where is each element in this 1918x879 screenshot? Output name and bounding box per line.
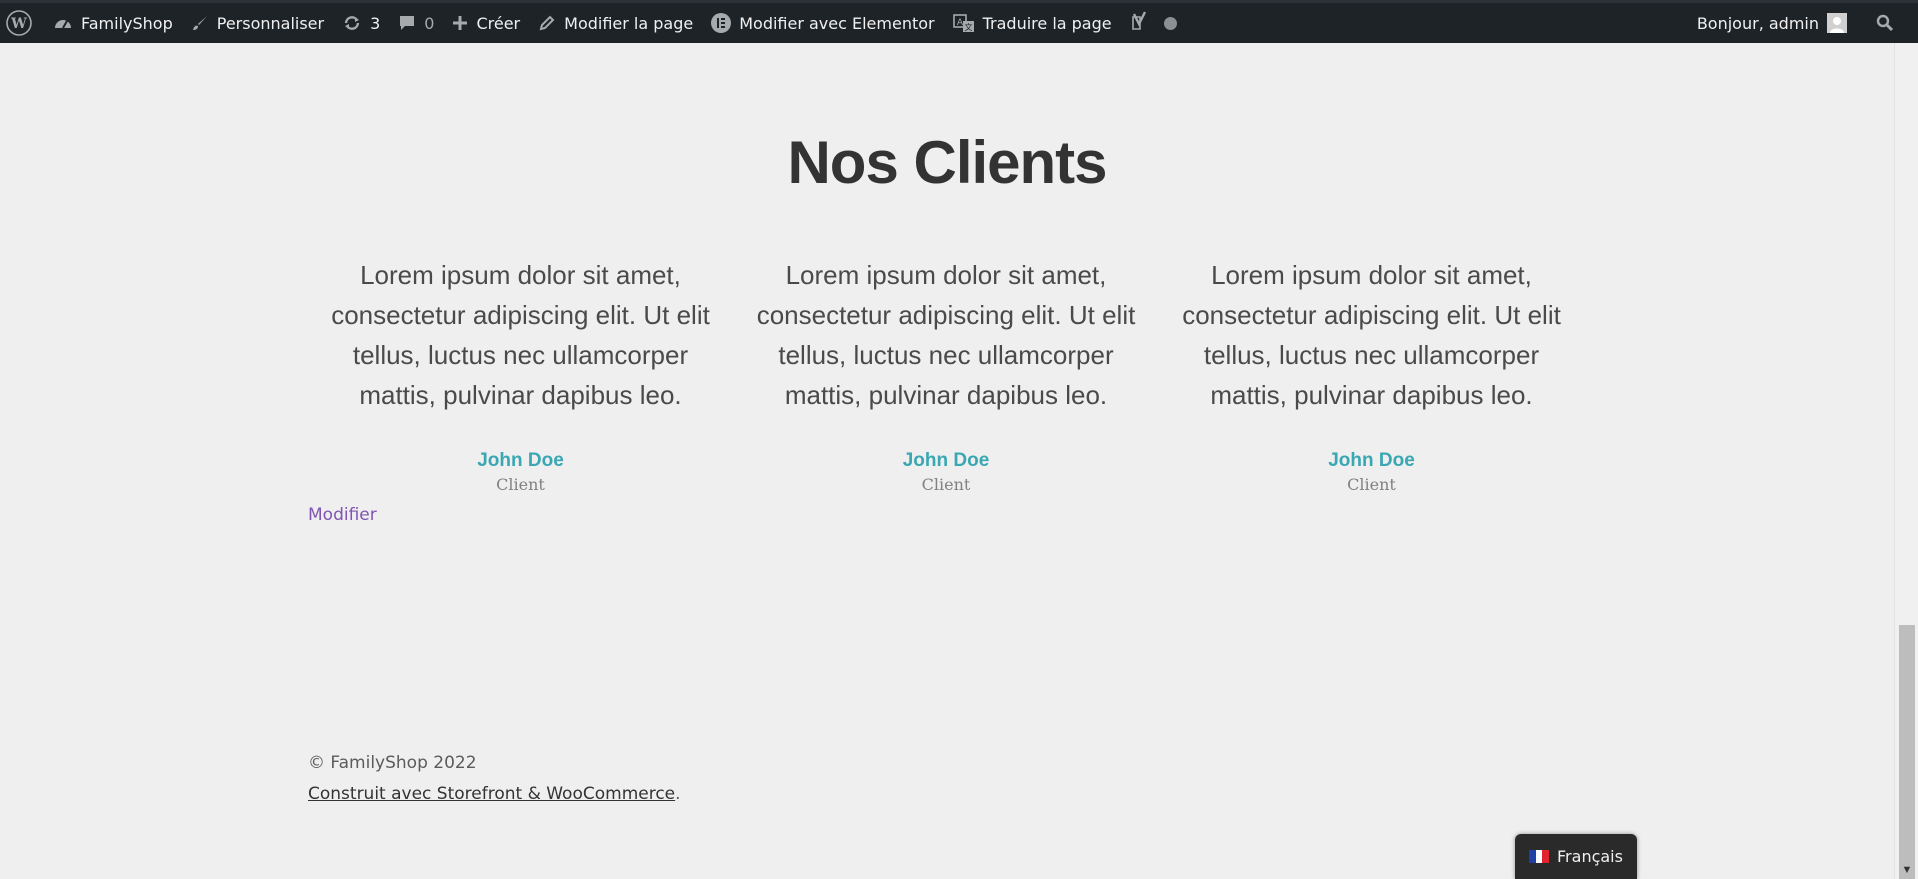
updates-count: 3 <box>370 13 381 33</box>
comment-icon <box>398 14 416 32</box>
updates-menu[interactable]: 3 <box>333 3 389 43</box>
testimonial-card: Lorem ipsum dolor sit amet, consectetur … <box>308 255 733 494</box>
built-with-line: Construit avec Storefront & WooCommerce. <box>308 779 681 810</box>
testimonial-card: Lorem ipsum dolor sit amet, consectetur … <box>1159 255 1584 494</box>
paintbrush-icon <box>191 14 209 32</box>
built-with-link[interactable]: Construit avec Storefront & WooCommerce <box>308 784 675 804</box>
scroll-down-arrow-icon[interactable]: ▼ <box>1895 861 1918 879</box>
svg-text:A: A <box>957 18 964 28</box>
scrollbar-thumb[interactable] <box>1899 625 1915 879</box>
yoast-menu[interactable] <box>1121 3 1186 43</box>
testimonial-name: John Doe <box>477 450 564 471</box>
testimonial-card: Lorem ipsum dolor sit amet, consectetur … <box>734 255 1159 494</box>
svg-text:W: W <box>10 16 27 32</box>
new-content-menu[interactable]: Créer <box>443 3 529 43</box>
copyright-text: © FamilyShop 2022 <box>308 753 477 773</box>
elementor-icon <box>711 13 732 33</box>
edit-elementor-label: Modifier avec Elementor <box>739 13 935 33</box>
new-content-label: Créer <box>476 13 521 33</box>
greeting-label: Bonjour, admin <box>1696 13 1819 33</box>
site-footer: © FamilyShop 2022 Construit avec Storefr… <box>308 748 681 810</box>
testimonial-quote: Lorem ipsum dolor sit amet, consectetur … <box>756 260 1136 410</box>
page-scrollbar[interactable]: ▼ <box>1894 43 1918 879</box>
translate-icon: A文 <box>952 13 975 33</box>
site-name-menu[interactable]: FamilyShop <box>44 3 182 43</box>
admin-bar: W FamilyShop Personnaliser 3 0 Créer Mod… <box>0 0 1918 43</box>
yoast-icon <box>1130 11 1150 35</box>
dashboard-icon <box>53 14 73 32</box>
testimonial-quote: Lorem ipsum dolor sit amet, consectetur … <box>1182 260 1561 410</box>
customize-menu[interactable]: Personnaliser <box>182 3 333 43</box>
testimonial-quote: Lorem ipsum dolor sit amet, consectetur … <box>331 260 710 410</box>
testimonials-grid: Lorem ipsum dolor sit amet, consectetur … <box>308 255 1584 494</box>
edit-page-menu[interactable]: Modifier la page <box>529 3 702 43</box>
testimonial-name: John Doe <box>1328 450 1415 471</box>
svg-text:文: 文 <box>964 22 972 32</box>
language-label: Français <box>1557 847 1623 866</box>
edit-page-label: Modifier la page <box>564 13 694 33</box>
language-switcher[interactable]: Français <box>1515 834 1637 879</box>
testimonial-role: Client <box>921 475 971 494</box>
testimonial-role: Client <box>496 475 545 494</box>
plus-icon <box>452 15 468 31</box>
comments-menu[interactable]: 0 <box>389 3 443 43</box>
customize-label: Personnaliser <box>216 13 325 33</box>
translate-page-menu[interactable]: A文 Traduire la page <box>944 3 1121 43</box>
search-icon[interactable] <box>1856 3 1908 43</box>
site-name: FamilyShop <box>81 13 173 33</box>
pencil-icon <box>538 14 556 32</box>
seo-status-dot-icon <box>1163 16 1177 30</box>
avatar <box>1827 13 1847 33</box>
french-flag-icon <box>1529 850 1550 863</box>
edit-elementor-menu[interactable]: Modifier avec Elementor <box>702 3 943 43</box>
testimonial-name: John Doe <box>902 450 990 471</box>
my-account-menu[interactable]: Bonjour, admin <box>1688 3 1856 43</box>
wordpress-logo-icon[interactable]: W <box>0 3 44 43</box>
translate-page-label: Traduire la page <box>982 13 1112 33</box>
edit-link[interactable]: Modifier <box>308 505 377 525</box>
refresh-icon <box>342 14 362 32</box>
section-title: Nos Clients <box>787 129 1107 196</box>
comments-count: 0 <box>424 13 435 33</box>
built-with-period: . <box>675 784 681 804</box>
testimonial-role: Client <box>1347 475 1396 494</box>
